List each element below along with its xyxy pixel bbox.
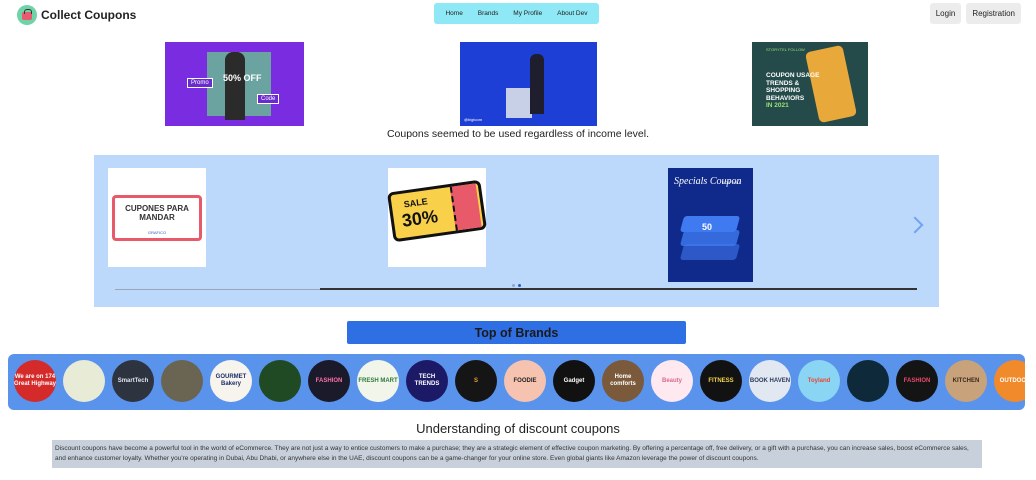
brand-logo[interactable]: FASHION <box>896 360 938 402</box>
brand-logo[interactable]: We are on 174 Great Highway <box>14 360 56 402</box>
promo-boxes <box>506 88 532 118</box>
carousel-slide-sale[interactable]: SALE 30% <box>386 168 488 267</box>
brand-logo[interactable]: SmartTech <box>112 360 154 402</box>
brand-logo-label: Toyland <box>807 377 831 384</box>
brand-strip: We are on 174 Great Highway SmartTech GOUR… <box>8 354 1025 410</box>
brand-logo-label: GOURMET Bakery <box>215 374 247 387</box>
nav-about-dev-link[interactable]: About Dev <box>557 10 587 17</box>
shopping-bag-icon <box>17 5 37 25</box>
brand-logo[interactable]: OUTDOOR <box>994 360 1025 402</box>
slide-title: CUPONES PARA MANDAR <box>125 204 189 222</box>
promo-caption: Coupons seemed to be used regardless of … <box>386 128 650 140</box>
brand-logo-label: FASHION <box>315 377 343 384</box>
brand-logo[interactable] <box>63 360 105 402</box>
sale-percent: 30% <box>400 206 440 231</box>
nav-brands-link[interactable]: Brands <box>478 10 499 17</box>
promo-trends-year: IN 2021 <box>766 102 789 109</box>
brand-logo-label: KITCHEN <box>952 377 980 384</box>
brand-logo-label: FASHION <box>903 377 931 384</box>
promo-image-trends: STORYTEL FOLLOW COUPON USAGE TRENDS & SH… <box>752 42 868 126</box>
brand-logo-label: Gadget <box>563 377 585 384</box>
promo-brand-mark: @bigtcom <box>464 117 483 122</box>
specials-tag: FOR YOU <box>722 180 741 185</box>
promo-trends-title-text: COUPON USAGE TRENDS & SHOPPING BEHAVIORS <box>766 72 820 102</box>
promo-tag-right: Code <box>257 94 280 104</box>
brand-logo[interactable]: Beauty <box>651 360 693 402</box>
top-brands-heading: Top of Brands <box>347 321 686 344</box>
carousel-dots <box>512 284 521 287</box>
carousel-slide-cupones[interactable]: CUPONES PARA MANDAR GRAFICO <box>108 168 206 267</box>
brand-logo-label: Beauty <box>661 377 682 384</box>
brand-logo[interactable]: BOOK HAVEN <box>749 360 791 402</box>
site-title: Collect Coupons <box>41 8 137 22</box>
brand-logo[interactable]: FRESH MART <box>357 360 399 402</box>
brand-logo-label: Home comforts <box>610 374 636 387</box>
brand-logo-label: S <box>473 377 478 384</box>
main-nav: Home Brands My Profile About Dev <box>434 3 599 24</box>
brand-logo[interactable]: Toyland <box>798 360 840 402</box>
carousel-dot-active[interactable] <box>518 284 521 287</box>
coupon-card <box>679 244 741 260</box>
coupon-carousel[interactable]: CUPONES PARA MANDAR GRAFICO SALE 30% Spe… <box>94 155 939 307</box>
brand-logo[interactable]: TECH TRENDS <box>406 360 448 402</box>
promo-trends-title: COUPON USAGE TRENDS & SHOPPING BEHAVIORS… <box>766 72 826 110</box>
sale-ticket: SALE 30% <box>386 179 488 243</box>
brand-logo[interactable]: Gadget <box>553 360 595 402</box>
promo-person <box>530 54 544 114</box>
brand-logo-label: TECH TRENDS <box>414 374 440 387</box>
slide-subtitle: GRAFICO <box>147 230 167 235</box>
auth-buttons: Login Registration <box>929 3 1021 24</box>
brand-logo[interactable] <box>161 360 203 402</box>
brand-logo-label: We are on 174 Great Highway <box>14 374 56 387</box>
brand-logo[interactable]: Home comforts <box>602 360 644 402</box>
intro-paragraph: Discount coupons have become a powerful … <box>52 440 982 468</box>
ticket-shape: CUPONES PARA MANDAR GRAFICO <box>112 195 202 241</box>
promo-image-promo-code: 50% OFF Promo Code <box>165 42 304 126</box>
nav-home-link[interactable]: Home <box>445 10 462 17</box>
brand-logo-label: FRESH MART <box>358 377 398 384</box>
carousel-progress <box>320 288 917 290</box>
carousel-slide-specials[interactable]: Specials Coupon FOR YOU 50 <box>668 168 753 282</box>
promo-brandline: STORYTEL FOLLOW <box>766 47 805 52</box>
carousel-dot[interactable] <box>512 284 515 287</box>
promo-discount-text: 50% OFF <box>223 73 262 83</box>
site-logo[interactable]: Collect Coupons <box>17 5 136 25</box>
brand-logo[interactable]: FITNESS <box>700 360 742 402</box>
promo-image-shopping: @bigtcom <box>460 42 597 126</box>
brand-logo[interactable]: FASHION <box>308 360 350 402</box>
brand-logo-label: FOODIE <box>513 377 537 384</box>
brand-logo[interactable]: S <box>455 360 497 402</box>
brand-logo[interactable] <box>847 360 889 402</box>
registration-button[interactable]: Registration <box>966 3 1021 24</box>
login-button[interactable]: Login <box>929 3 962 24</box>
specials-number: 50 <box>702 222 713 232</box>
brand-logo[interactable]: FOODIE <box>504 360 546 402</box>
page: Collect Coupons Home Brands My Profile A… <box>0 0 1036 480</box>
brand-logo-label: FITNESS <box>708 377 734 384</box>
brand-logo-label: BOOK HAVEN <box>749 377 791 384</box>
section-title: Understanding of discount coupons <box>416 421 620 436</box>
promo-model <box>225 52 245 120</box>
chevron-right-icon[interactable] <box>906 216 924 234</box>
brand-logo[interactable] <box>259 360 301 402</box>
brand-logo[interactable]: KITCHEN <box>945 360 987 402</box>
nav-my-profile-link[interactable]: My Profile <box>513 10 542 17</box>
brand-logo-label: OUTDOOR <box>999 377 1025 384</box>
brand-logo[interactable]: GOURMET Bakery <box>210 360 252 402</box>
ticket-stub <box>449 183 482 231</box>
brand-logo-label: SmartTech <box>117 377 149 384</box>
promo-tag-left: Promo <box>187 78 213 88</box>
